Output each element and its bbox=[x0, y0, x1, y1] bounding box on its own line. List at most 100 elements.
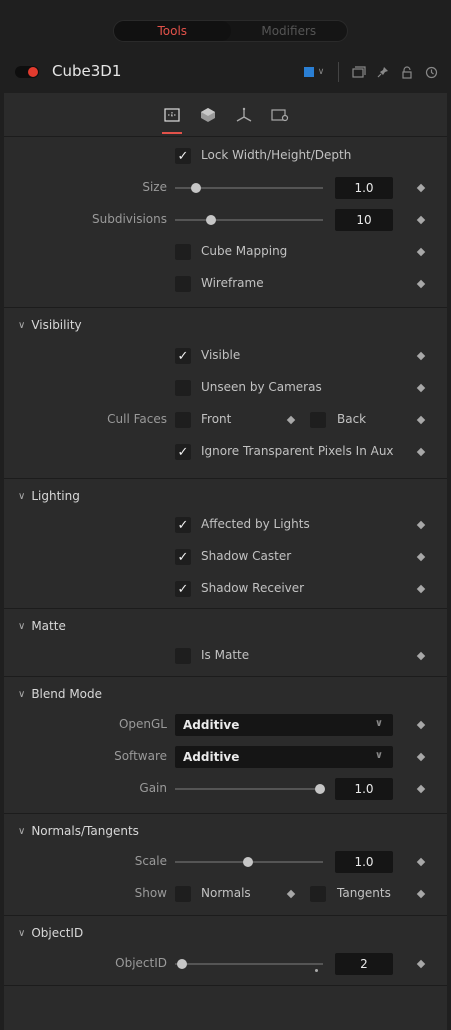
objectid-header[interactable]: ∨ ObjectID bbox=[18, 917, 83, 949]
objectid-section: ∨ ObjectID ObjectID 2 bbox=[4, 917, 447, 986]
matte-header[interactable]: ∨ Matte bbox=[18, 610, 66, 642]
caster-checkbox[interactable]: ✓ bbox=[175, 549, 191, 565]
size-slider-knob[interactable] bbox=[190, 183, 201, 193]
back-checkbox[interactable] bbox=[310, 412, 326, 428]
unseen-row: Unseen by Cameras bbox=[4, 373, 447, 403]
lock-label: Lock Width/Height/Depth bbox=[201, 148, 352, 162]
visible-label: Visible bbox=[201, 348, 241, 362]
visible-keyframe-icon[interactable] bbox=[416, 351, 426, 361]
node-name: Cube3D1 bbox=[52, 62, 122, 80]
wireframe-row: Wireframe bbox=[4, 269, 447, 299]
software-label: Software bbox=[114, 749, 167, 763]
opengl-value: Additive bbox=[183, 718, 240, 732]
versions-icon[interactable] bbox=[347, 62, 371, 82]
scale-keyframe-icon[interactable] bbox=[416, 857, 426, 867]
normals-keyframe-icon[interactable] bbox=[286, 889, 296, 899]
blend-mode-header[interactable]: ∨ Blend Mode bbox=[18, 678, 102, 710]
lock-checkbox[interactable]: ✓ bbox=[175, 148, 191, 164]
objectid-slider-track[interactable] bbox=[175, 963, 323, 965]
normals-header[interactable]: ∨ Normals/Tangents bbox=[18, 815, 139, 847]
node-enable-toggle[interactable] bbox=[15, 66, 39, 78]
size-keyframe-icon[interactable] bbox=[416, 183, 426, 193]
gain-input[interactable]: 1.0 bbox=[335, 778, 393, 800]
lock-icon[interactable] bbox=[395, 62, 419, 82]
tangents-keyframe-icon[interactable] bbox=[416, 889, 426, 899]
software-keyframe-icon[interactable] bbox=[416, 752, 426, 762]
normals-checkbox[interactable] bbox=[175, 886, 191, 902]
receiver-label: Shadow Receiver bbox=[201, 581, 305, 595]
material-tab-icon[interactable] bbox=[194, 101, 222, 129]
subdivisions-input[interactable]: 10 bbox=[335, 209, 393, 231]
front-keyframe-icon[interactable] bbox=[286, 415, 296, 425]
affected-checkbox[interactable]: ✓ bbox=[175, 517, 191, 533]
lighting-header[interactable]: ∨ Lighting bbox=[18, 480, 80, 512]
affected-row: ✓ Affected by Lights bbox=[4, 510, 447, 540]
cull-faces-label: Cull Faces bbox=[107, 412, 167, 426]
is-matte-checkbox[interactable] bbox=[175, 648, 191, 664]
subdivisions-label: Subdivisions bbox=[91, 212, 167, 226]
tab-tools[interactable]: Tools bbox=[114, 21, 231, 41]
scale-slider-knob[interactable] bbox=[242, 857, 253, 867]
ignore-transparent-keyframe-icon[interactable] bbox=[416, 447, 426, 457]
cube-mapping-checkbox[interactable] bbox=[175, 244, 191, 260]
cube-mapping-label: Cube Mapping bbox=[201, 244, 288, 258]
inspector-tabs bbox=[4, 93, 447, 137]
chevron-down-icon: ∨ bbox=[374, 718, 383, 729]
chevron-down-icon: ∨ bbox=[18, 319, 26, 331]
header-divider bbox=[338, 62, 339, 82]
unseen-keyframe-icon[interactable] bbox=[416, 383, 426, 393]
gain-keyframe-icon[interactable] bbox=[416, 784, 426, 794]
matte-section: ∨ Matte Is Matte bbox=[4, 610, 447, 677]
ignore-transparent-row: ✓ Ignore Transparent Pixels In Aux bbox=[4, 437, 447, 467]
tab-modifiers[interactable]: Modifiers bbox=[231, 21, 348, 41]
wireframe-keyframe-icon[interactable] bbox=[416, 279, 426, 289]
color-picker-button[interactable]: ∨ bbox=[298, 62, 330, 82]
unseen-checkbox[interactable] bbox=[175, 380, 191, 396]
gain-slider-knob[interactable] bbox=[315, 784, 326, 794]
objectid-slider-knob[interactable] bbox=[177, 959, 188, 969]
subdivisions-row: Subdivisions 10 bbox=[4, 205, 447, 235]
chevron-down-icon: ∨ bbox=[18, 490, 26, 502]
cube-mapping-keyframe-icon[interactable] bbox=[416, 247, 426, 257]
blend-mode-title: Blend Mode bbox=[31, 687, 103, 701]
software-select[interactable]: Additive ∨ bbox=[175, 746, 393, 768]
settings-tab-icon[interactable] bbox=[266, 101, 294, 129]
unseen-label: Unseen by Cameras bbox=[201, 380, 322, 394]
subdivisions-keyframe-icon[interactable] bbox=[416, 215, 426, 225]
subdivisions-slider-track[interactable] bbox=[175, 219, 323, 221]
visibility-header[interactable]: ∨ Visibility bbox=[18, 309, 82, 341]
objectid-keyframe-icon[interactable] bbox=[416, 959, 426, 969]
matte-title: Matte bbox=[31, 619, 66, 633]
opengl-keyframe-icon[interactable] bbox=[416, 720, 426, 730]
size-input[interactable]: 1.0 bbox=[335, 177, 393, 199]
receiver-checkbox[interactable]: ✓ bbox=[175, 581, 191, 597]
chevron-down-icon: ∨ bbox=[18, 825, 26, 837]
ignore-transparent-checkbox[interactable]: ✓ bbox=[175, 444, 191, 460]
subdivisions-slider-knob[interactable] bbox=[205, 215, 216, 225]
caster-keyframe-icon[interactable] bbox=[416, 552, 426, 562]
visible-checkbox[interactable]: ✓ bbox=[175, 348, 191, 364]
controls-tab-icon[interactable] bbox=[158, 101, 186, 134]
objectid-input[interactable]: 2 bbox=[335, 953, 393, 975]
affected-label: Affected by Lights bbox=[201, 517, 310, 531]
front-label: Front bbox=[201, 412, 232, 426]
wireframe-label: Wireframe bbox=[201, 276, 264, 290]
gain-slider-track[interactable] bbox=[175, 788, 323, 790]
opengl-select[interactable]: Additive ∨ bbox=[175, 714, 393, 736]
transform-tab-icon[interactable] bbox=[230, 101, 258, 129]
front-checkbox[interactable] bbox=[175, 412, 191, 428]
scale-input[interactable]: 1.0 bbox=[335, 851, 393, 873]
visibility-title: Visibility bbox=[31, 318, 82, 332]
pin-icon[interactable] bbox=[371, 62, 395, 82]
receiver-keyframe-icon[interactable] bbox=[416, 584, 426, 594]
affected-keyframe-icon[interactable] bbox=[416, 520, 426, 530]
node-header: Cube3D1 ∨ bbox=[0, 54, 451, 90]
tangents-checkbox[interactable] bbox=[310, 886, 326, 902]
back-keyframe-icon[interactable] bbox=[416, 415, 426, 425]
wireframe-checkbox[interactable] bbox=[175, 276, 191, 292]
chevron-down-icon: ∨ bbox=[18, 927, 26, 939]
reset-icon[interactable] bbox=[419, 62, 443, 82]
is-matte-keyframe-icon[interactable] bbox=[416, 651, 426, 661]
scale-label: Scale bbox=[134, 854, 167, 868]
objectid-title: ObjectID bbox=[31, 926, 84, 940]
